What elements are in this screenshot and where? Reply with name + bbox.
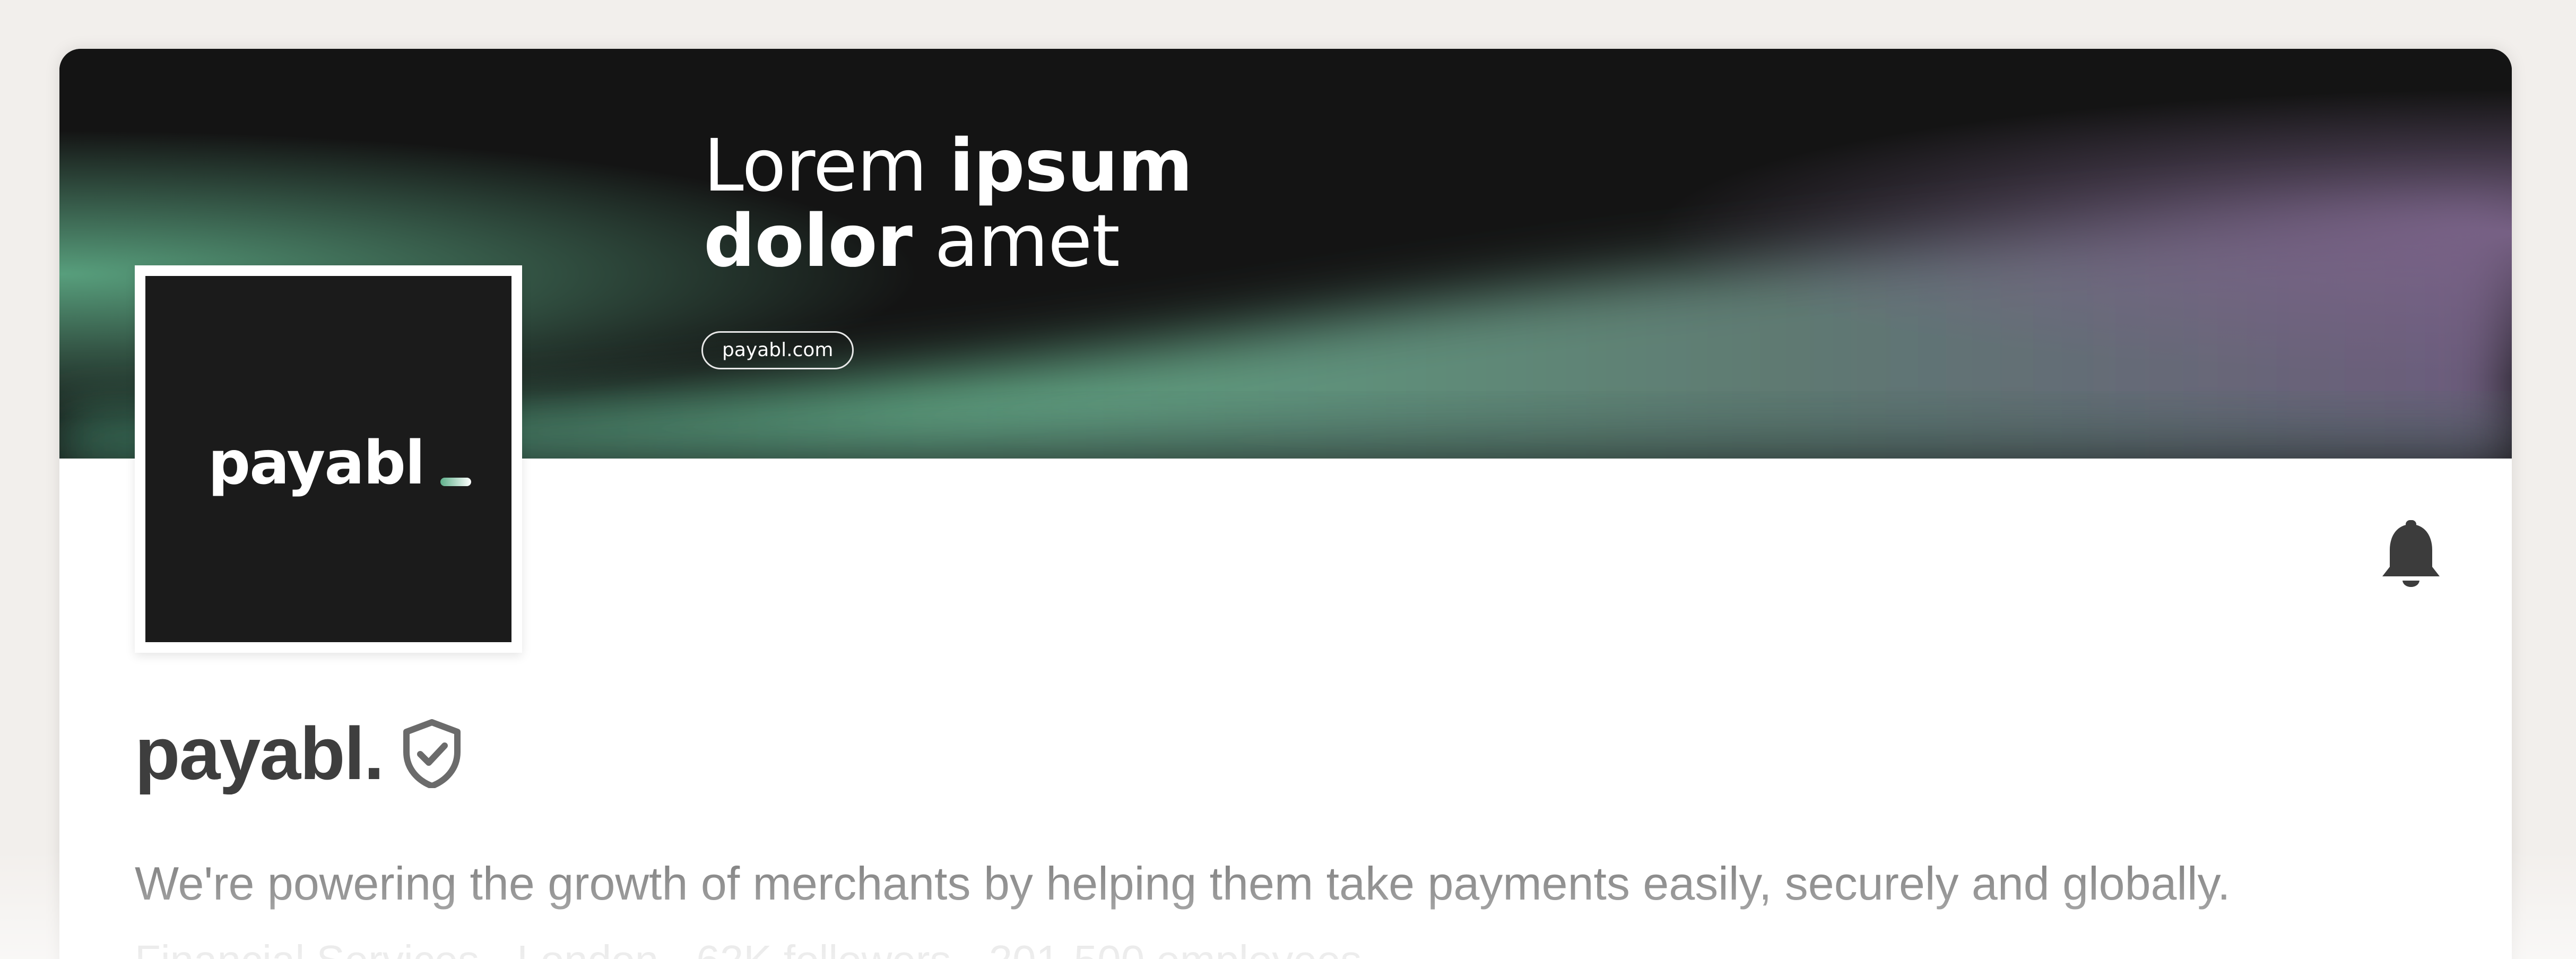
page: Lorem ipsum dolor amet payabl.com payabl… [0, 0, 2576, 959]
headline-line1-bold: ipsum [949, 124, 1193, 208]
headline-line2-light: amet [912, 200, 1120, 283]
company-logo[interactable]: payabl [135, 265, 522, 653]
headline-line1-light: Lorem [704, 124, 949, 208]
banner-headline: Lorem ipsum dolor amet [704, 128, 1193, 279]
logo-background: payabl [145, 276, 511, 642]
company-profile-card: Lorem ipsum dolor amet payabl.com payabl… [59, 49, 2512, 959]
bell-icon[interactable] [2374, 520, 2448, 594]
logo-wordmark: payabl [208, 429, 425, 498]
company-tagline: We're powering the growth of merchants b… [135, 857, 2231, 910]
headline-line-1: Lorem ipsum [704, 128, 1193, 204]
company-name[interactable]: payabl. [135, 711, 384, 797]
verified-shield-icon [403, 719, 461, 788]
banner-url-pill: payabl.com [701, 331, 854, 369]
logo-accent-dash [440, 478, 471, 486]
headline-line-2: dolor amet [704, 204, 1192, 279]
company-header: payabl. [135, 706, 464, 801]
headline-line2-bold: dolor [704, 200, 913, 283]
company-meta: Financial Services · London · 62K follow… [135, 936, 1361, 959]
